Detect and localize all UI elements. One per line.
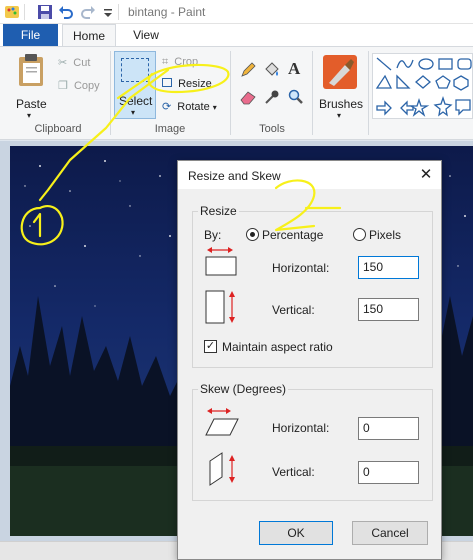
paste-label: Paste (16, 97, 47, 111)
select-dropdown-icon: ▾ (131, 108, 136, 117)
pixels-label: Pixels (369, 228, 402, 242)
skew-horizontal-input[interactable]: 0 (358, 417, 419, 440)
dialog-close-button[interactable]: ✕ (416, 165, 436, 185)
copy-icon: ❐ (58, 80, 68, 92)
resize-vertical-label: Vertical: (272, 303, 315, 317)
shapes-icons (375, 57, 472, 117)
resize-horizontal-label: Horizontal: (272, 261, 330, 275)
save-icon[interactable] (37, 4, 53, 20)
clipboard-group-label: Clipboard (34, 123, 82, 135)
customize-quick-access-icon[interactable] (100, 4, 116, 20)
tab-file[interactable]: File (3, 24, 58, 46)
paste-icon (19, 54, 43, 86)
ribbon-tab-row: File Home View (0, 24, 473, 47)
resize-horizontal-input[interactable]: 150 (358, 256, 419, 279)
ribbon: Paste ▾ ✂ Cut ❐ Copy Clipboard Select ▾ … (0, 46, 473, 140)
paste-button[interactable]: Paste ▾ (12, 53, 50, 120)
maintain-aspect-checkbox[interactable]: ✓ (204, 340, 217, 353)
tab-view[interactable]: View (120, 24, 172, 47)
resize-label: Resize (178, 78, 212, 90)
rotate-icon: ⟳ (162, 101, 172, 113)
resize-icon (162, 78, 172, 87)
vertical-skew-icon (209, 452, 235, 486)
percentage-label: Percentage (262, 228, 324, 242)
brushes-button[interactable]: Brushes ▾ (317, 53, 364, 120)
resize-button[interactable]: Resize (162, 78, 212, 90)
horizontal-skew-icon (205, 408, 239, 436)
redo-icon[interactable] (80, 4, 96, 20)
window-title: bintang - Paint (128, 5, 206, 19)
group-separator (110, 51, 111, 135)
brush-icon (323, 55, 357, 89)
brushes-label: Brushes (319, 97, 364, 111)
tab-home[interactable]: Home (62, 24, 116, 47)
cut-button[interactable]: ✂ Cut (58, 56, 90, 69)
select-label: Select (119, 94, 153, 108)
title-bar: bintang - Paint (0, 0, 473, 24)
resize-legend: Resize (198, 204, 239, 218)
cut-label: Cut (73, 57, 91, 69)
by-label: By: (204, 228, 222, 242)
skew-vertical-label: Vertical: (272, 465, 315, 479)
paste-dropdown-icon: ▾ (27, 111, 32, 120)
shapes-gallery[interactable] (372, 53, 473, 119)
skew-vertical-input[interactable]: 0 (358, 461, 419, 484)
crop-button[interactable]: ⌗ Crop (162, 56, 198, 69)
horizontal-resize-icon (205, 247, 237, 276)
maintain-aspect-label: Maintain aspect ratio (222, 340, 333, 354)
scissors-icon: ✂ (58, 57, 68, 69)
tools-group-label: Tools (259, 123, 285, 135)
group-separator (312, 51, 313, 135)
undo-icon[interactable] (58, 4, 74, 20)
text-tool-icon[interactable]: A (288, 59, 300, 79)
percentage-radio[interactable] (246, 228, 259, 241)
crop-icon: ⌗ (162, 56, 169, 68)
rotate-label: Rotate (177, 101, 210, 113)
color-picker-icon[interactable] (263, 88, 281, 106)
skew-legend: Skew (Degrees) (198, 382, 289, 396)
magnifier-icon[interactable] (287, 88, 305, 106)
crop-label: Crop (174, 56, 199, 68)
select-button[interactable]: Select ▾ (114, 51, 156, 119)
resize-vertical-input[interactable]: 150 (358, 298, 419, 321)
rotate-button[interactable]: ⟳ Rotate ▾ (162, 100, 217, 113)
eraser-icon[interactable] (239, 89, 257, 105)
copy-button[interactable]: ❐ Copy (58, 79, 100, 92)
image-group-label: Image (154, 123, 186, 135)
cancel-button[interactable]: Cancel (352, 521, 428, 545)
selection-rect-icon (121, 58, 149, 82)
skew-horizontal-label: Horizontal: (272, 421, 330, 435)
ok-button[interactable]: OK (259, 521, 333, 545)
dialog-title-bar: Resize and Skew ✕ (178, 161, 441, 189)
resize-skew-dialog: Resize and Skew ✕ Resize By: Percentage … (177, 160, 442, 560)
group-separator (230, 51, 231, 135)
brushes-dropdown-icon: ▾ (337, 111, 342, 120)
dialog-title: Resize and Skew (188, 169, 281, 183)
paint-app-icon (5, 6, 19, 18)
pixels-radio[interactable] (353, 228, 366, 241)
pencil-icon[interactable] (239, 61, 257, 79)
group-separator (368, 51, 369, 135)
vertical-resize-icon (205, 290, 235, 324)
copy-label: Copy (73, 80, 100, 92)
rotate-dropdown-icon: ▾ (212, 103, 217, 112)
fill-bucket-icon[interactable] (263, 61, 281, 79)
